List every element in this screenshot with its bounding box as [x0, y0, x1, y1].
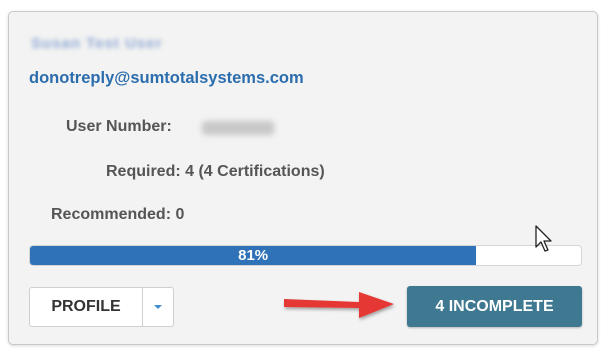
profile-button-group: PROFILE	[29, 287, 174, 327]
user-name: Susan Test User	[31, 34, 217, 52]
chevron-down-icon	[154, 305, 162, 309]
profile-button[interactable]: PROFILE	[29, 287, 143, 327]
user-number-value-redacted	[202, 121, 274, 135]
red-arrow-icon	[284, 292, 394, 318]
user-name-text: Susan Test User	[31, 34, 163, 52]
profile-dropdown-toggle[interactable]	[143, 287, 174, 327]
recommended-count: Recommended: 0	[51, 206, 185, 223]
incomplete-button[interactable]: 4 INCOMPLETE	[407, 286, 582, 327]
user-number-label: User Number:	[66, 118, 172, 135]
progress-bar: 81%	[29, 245, 582, 266]
user-email-link[interactable]: donotreply@sumtotalsystems.com	[29, 69, 304, 88]
mouse-cursor-icon	[535, 225, 552, 252]
required-count: Required: 4 (4 Certifications)	[106, 163, 325, 180]
progress-percent-label: 81%	[238, 247, 269, 264]
